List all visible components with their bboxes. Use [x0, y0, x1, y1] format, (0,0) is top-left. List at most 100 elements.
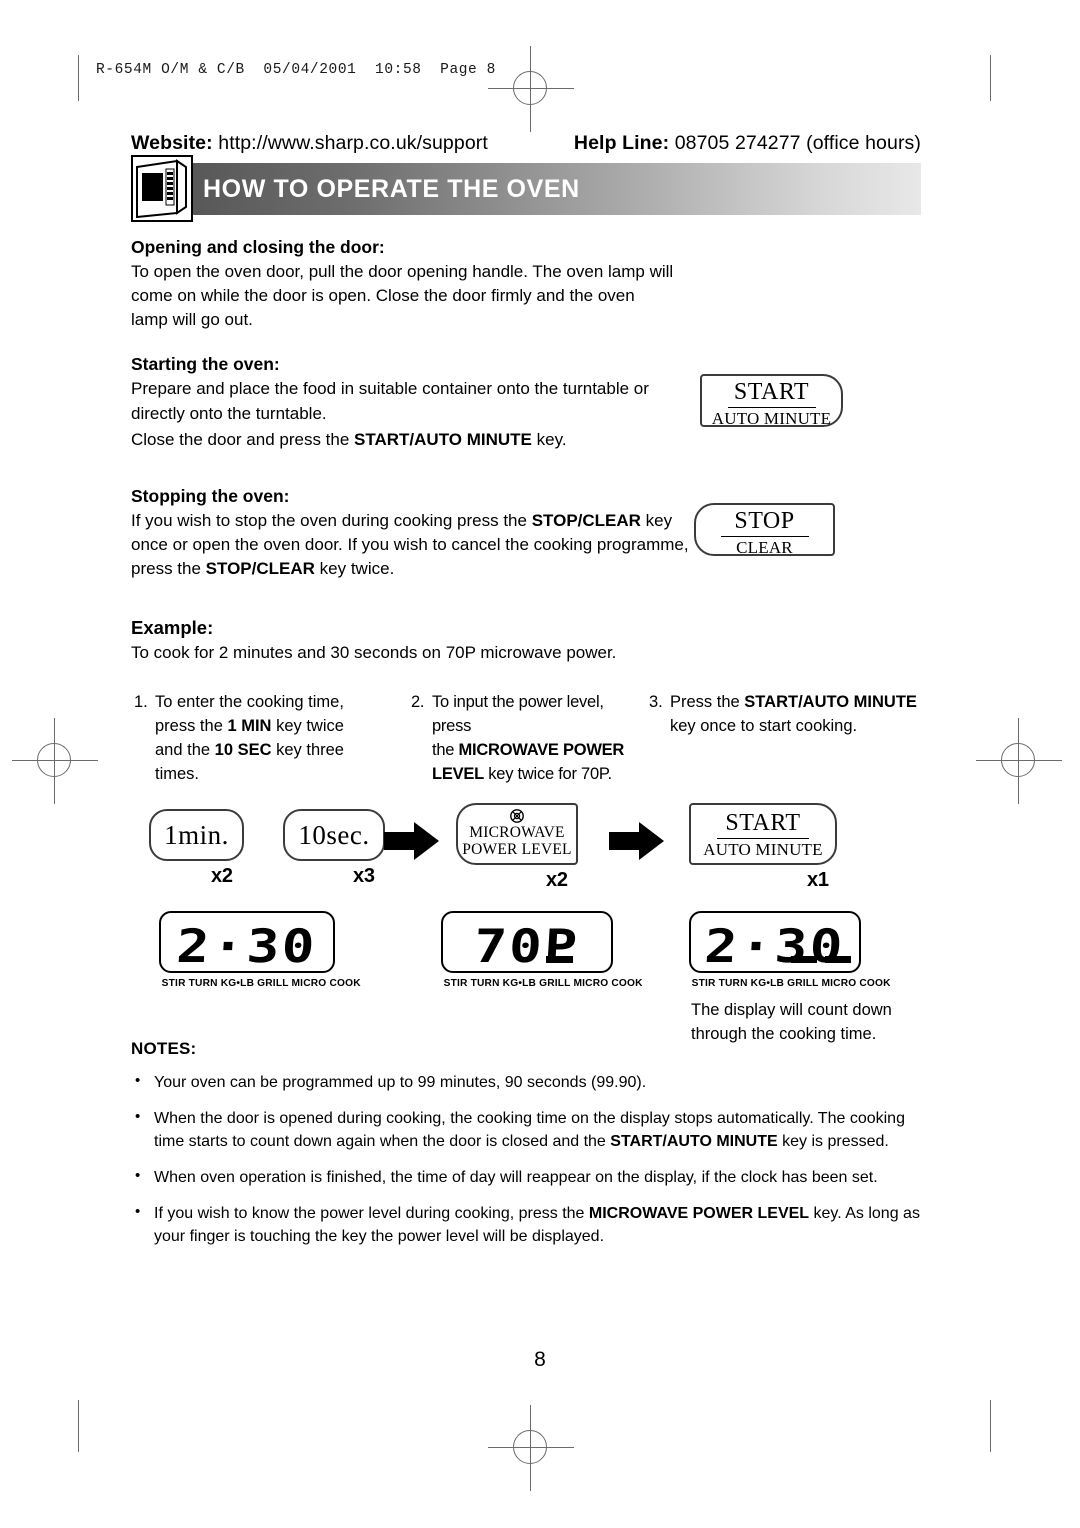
key-10sec-group: 10sec. x3 [283, 809, 385, 887]
step-1: 1. To enter the cooking time, press the … [134, 691, 374, 787]
display-1-value: 2·30 [174, 919, 319, 974]
key-stop-callout-group: STOP CLEAR [694, 503, 835, 557]
step-text: To enter the cooking time, press the 1 M… [155, 693, 344, 784]
display-2-value: 70P [472, 919, 581, 974]
key-start-auto-minute-callout[interactable]: START AUTO MINUTE [700, 374, 843, 429]
caption-line-2: through the cooking time. [691, 1025, 877, 1044]
display-3-indicator-labels: STIR TURN KG•LB GRILL MICRO COOK [691, 977, 891, 990]
print-slug: R-654M O/M & C/B 05/04/2001 10:58 Page 8 [96, 62, 496, 78]
key-power-level-line1: MICROWAVE [469, 824, 565, 842]
step-text: Press the START/AUTO MINUTE key once to … [670, 693, 917, 736]
display-3: 2·30 [689, 911, 861, 974]
note-text: key is pressed. [777, 1133, 889, 1151]
key-1min-group: 1min. x2 [149, 809, 244, 887]
key-10sec-multiplier: x3 [353, 865, 375, 888]
key-power-level-line2: POWER LEVEL [462, 840, 572, 858]
note-item: When the door is opened during cooking, … [131, 1106, 921, 1153]
heading-starting-oven: Starting the oven: [131, 354, 280, 375]
key-start-bottom: AUTO MINUTE [711, 409, 832, 429]
page-content: Website: http://www.sharp.co.uk/support … [131, 132, 921, 1261]
helpline-label: Help Line: [573, 132, 670, 154]
key-1min-label: 1min. [164, 820, 229, 851]
note-text: When oven operation is finished, the tim… [154, 1169, 878, 1187]
caption-line-1: The display will count down [691, 1001, 892, 1020]
text-line: If you wish to stop the oven during cook… [131, 510, 532, 530]
example-steps: 1. To enter the cooking time, press the … [131, 691, 921, 803]
text-line: Close the door and press the [131, 429, 355, 449]
paragraph-close-door-press-start: Close the door and press the START/AUTO … [131, 428, 676, 452]
microwave-emission-icon [458, 808, 576, 824]
key-power-level-group: MICROWAVE POWER LEVEL x2 [456, 803, 578, 891]
website-label: Website: [131, 132, 213, 154]
step-number: 1. [134, 693, 148, 712]
paragraph-example: To cook for 2 minutes and 30 seconds on … [131, 641, 731, 665]
arrow-right-icon [384, 821, 440, 866]
registration-mark-left [12, 718, 98, 804]
key-start-seq-multiplier: x1 [807, 869, 829, 892]
display-1: 2·30 [159, 911, 335, 974]
text-line: on while the door is open. Close the doo… [131, 286, 635, 330]
display-1-indicator-labels: STIR TURN KG•LB GRILL MICRO COOK [161, 977, 361, 990]
key-microwave-power-level[interactable]: MICROWAVE POWER LEVEL [456, 803, 578, 866]
key-name-level: LEVEL [432, 765, 484, 784]
key-name-1-min: 1 MIN [227, 717, 272, 736]
note-item: Your oven can be programmed up to 99 min… [131, 1070, 921, 1094]
notes-section: NOTES: Your oven can be programmed up to… [131, 1039, 921, 1248]
step-number: 2. [411, 693, 425, 712]
key-start-seq-group: START AUTO MINUTE x1 [689, 803, 837, 891]
support-header: Website: http://www.sharp.co.uk/support … [131, 132, 921, 160]
key-1min-multiplier: x2 [211, 865, 233, 888]
key-10sec-label: 10sec. [298, 820, 370, 851]
key-1min[interactable]: 1min. [149, 809, 244, 862]
key-name-microwave-power: MICROWAVE POWER [458, 741, 625, 760]
display-3-group: 2·30 STIR TURN KG•LB GRILL MICRO COOK [689, 911, 891, 990]
countdown-caption: The display will count down through the … [691, 999, 931, 1047]
arrow-right-icon [609, 821, 665, 866]
key-start-top: START [733, 379, 810, 405]
key-name-stop-clear: STOP/CLEAR [205, 559, 315, 578]
display-2: 70P [441, 911, 613, 974]
trim-mark-top-right [990, 55, 991, 101]
key-name-stop-clear: STOP/CLEAR [531, 510, 641, 530]
key-sequence: 1min. x2 10sec. x3 MICROWAVE POWER LEVEL… [131, 803, 921, 903]
website-url[interactable]: http://www.sharp.co.uk/support [218, 132, 488, 154]
key-power-level-multiplier: x2 [546, 869, 568, 892]
display-2-indicator-micro [546, 956, 573, 964]
step-text: To input the power level, press the MICR… [432, 693, 625, 784]
paragraph-opening-closing-door: To open the oven door, pull the door ope… [131, 260, 676, 332]
website-line: Website: http://www.sharp.co.uk/support [131, 132, 488, 155]
display-3-indicator-cook [825, 956, 851, 964]
key-stop-clear-callout[interactable]: STOP CLEAR [694, 503, 835, 557]
note-item: When oven operation is finished, the tim… [131, 1165, 921, 1189]
trim-mark-top-left [78, 55, 79, 101]
note-text: Your oven can be programmed up to 99 min… [154, 1074, 647, 1092]
trim-mark-bottom-right [990, 1400, 991, 1452]
note-item: If you wish to know the power level duri… [131, 1201, 921, 1248]
step-2: 2. To input the power level, press the M… [411, 691, 646, 787]
key-stop-top: STOP [734, 508, 795, 534]
key-start-seq-bottom: AUTO MINUTE [703, 840, 823, 860]
display-2-group: 70P STIR TURN KG•LB GRILL MICRO COOK [441, 911, 643, 989]
text-line: To cook for 2 minutes and 30 seconds on … [131, 643, 617, 663]
key-start-seq-top: START [725, 810, 801, 837]
step-number: 3. [649, 693, 663, 712]
step-3: 3. Press the START/AUTO MINUTE key once … [649, 691, 929, 739]
registration-mark-top [488, 46, 574, 132]
registration-mark-right [976, 718, 1062, 804]
heading-example: Example: [131, 617, 214, 639]
heading-opening-closing-door: Opening and closing the door: [131, 237, 385, 257]
text-line: onto the turntable. [189, 403, 327, 423]
text-line: key. [531, 429, 567, 449]
trim-mark-bottom-left [78, 1400, 79, 1452]
key-name-microwave-power-level: MICROWAVE POWER LEVEL [588, 1205, 810, 1223]
section-banner: HOW TO OPERATE THE OVEN [131, 155, 921, 222]
paragraph-starting-oven: Prepare and place the food in suitable c… [131, 377, 676, 425]
key-10sec[interactable]: 10sec. [283, 809, 385, 862]
key-name-start-auto-minute: START/AUTO MINUTE [744, 693, 917, 712]
page-number: 8 [534, 1348, 546, 1371]
key-start-auto-minute-seq[interactable]: START AUTO MINUTE [689, 803, 837, 866]
note-text: If you wish to know the power level duri… [154, 1205, 589, 1223]
page-title: HOW TO OPERATE THE OVEN [203, 174, 580, 203]
microwave-oven-icon [131, 155, 193, 222]
helpline-value: 08705 274277 (office hours) [674, 132, 921, 154]
